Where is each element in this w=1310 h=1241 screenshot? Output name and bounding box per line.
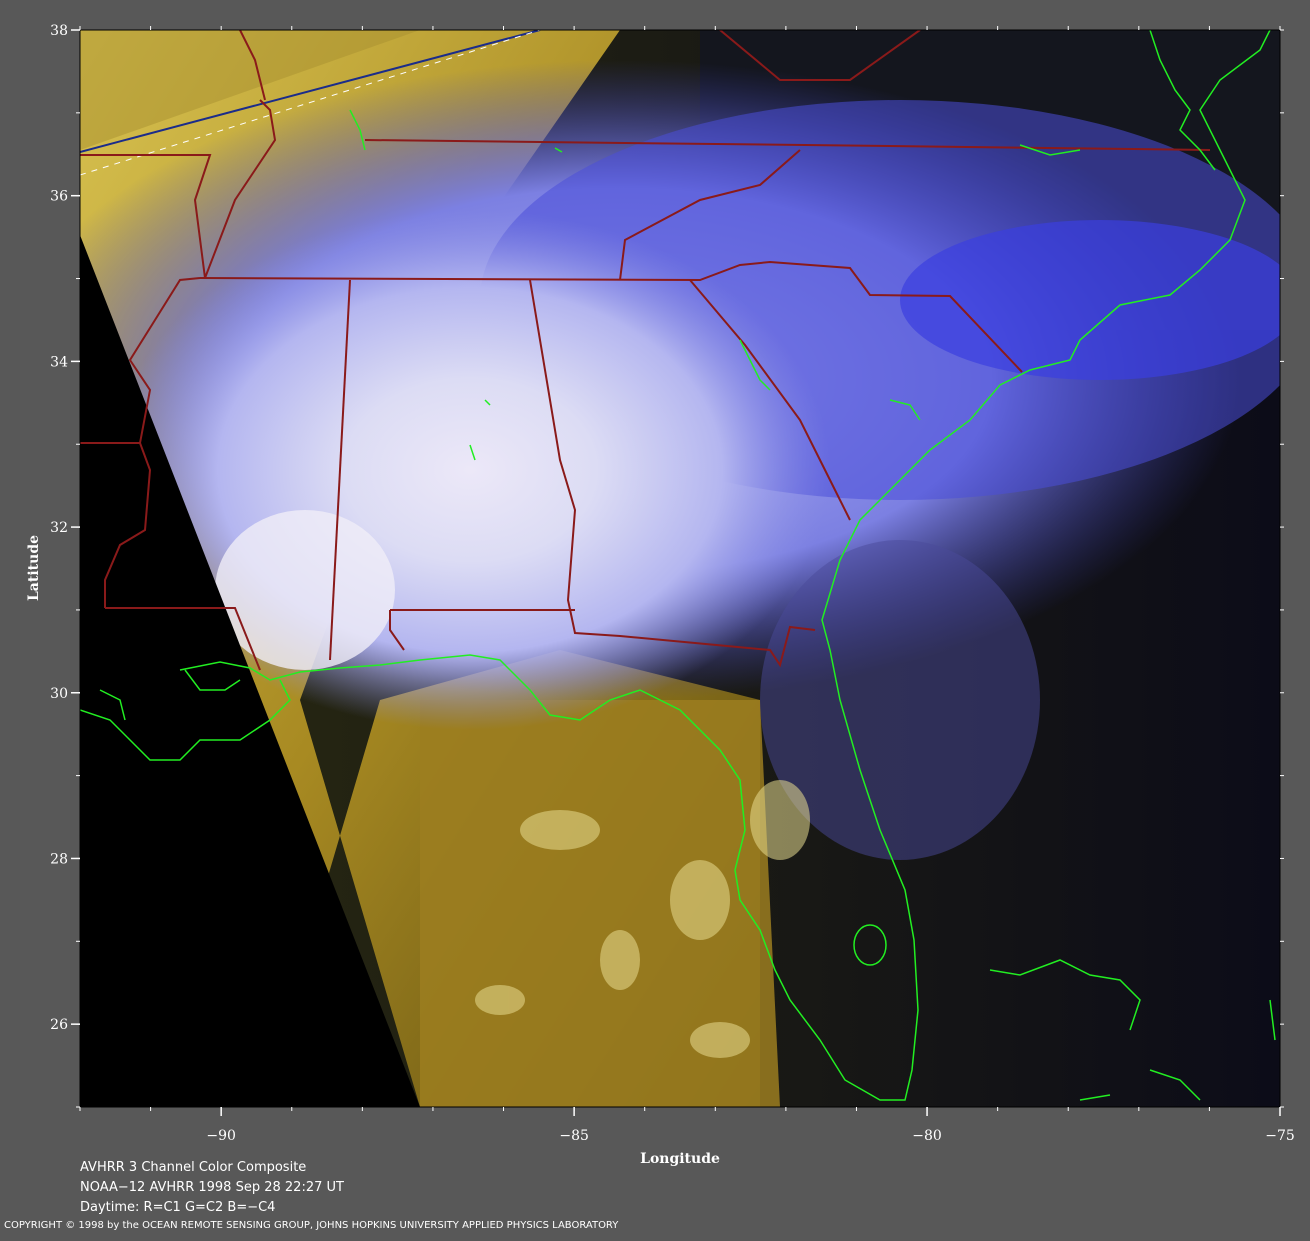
y-tick-label: 34 [50,354,68,370]
y-tick-label: 38 [50,23,68,39]
image-area [80,30,1280,1107]
x-tick-label: −80 [912,1128,942,1144]
x-axis-title: Longitude [640,1151,720,1167]
y-tick-label: 36 [50,189,68,205]
y-tick-label: 30 [50,686,68,702]
satellite-map: −90 −85 −80 −75 26 28 30 32 34 36 38 Longitude Lat… [0,0,1310,1237]
x-tick-label: −75 [1265,1128,1295,1144]
map-svg: −90 −85 −80 −75 26 28 30 32 34 36 38 Longitude Lat… [26,23,1295,1167]
caption-channels: Daytime: R=C1 G=C2 B=−C4 [80,1200,276,1215]
caption-satellite: NOAA−12 AVHRR 1998 Sep 28 22:27 UT [80,1180,344,1195]
caption-title: AVHRR 3 Channel Color Composite [80,1160,307,1175]
cloud-band-atlantic [900,220,1280,380]
hurricane-core [215,510,395,670]
x-tick-label: −90 [206,1128,236,1144]
y-tick-label: 26 [50,1017,68,1033]
y-tick-label: 32 [50,520,68,536]
y-tick-label: 28 [50,851,68,867]
x-tick-label: −85 [559,1128,589,1144]
copyright-notice: COPYRIGHT © 1998 by the OCEAN REMOTE SEN… [4,1220,619,1231]
y-axis-title: Latitude [26,535,42,601]
